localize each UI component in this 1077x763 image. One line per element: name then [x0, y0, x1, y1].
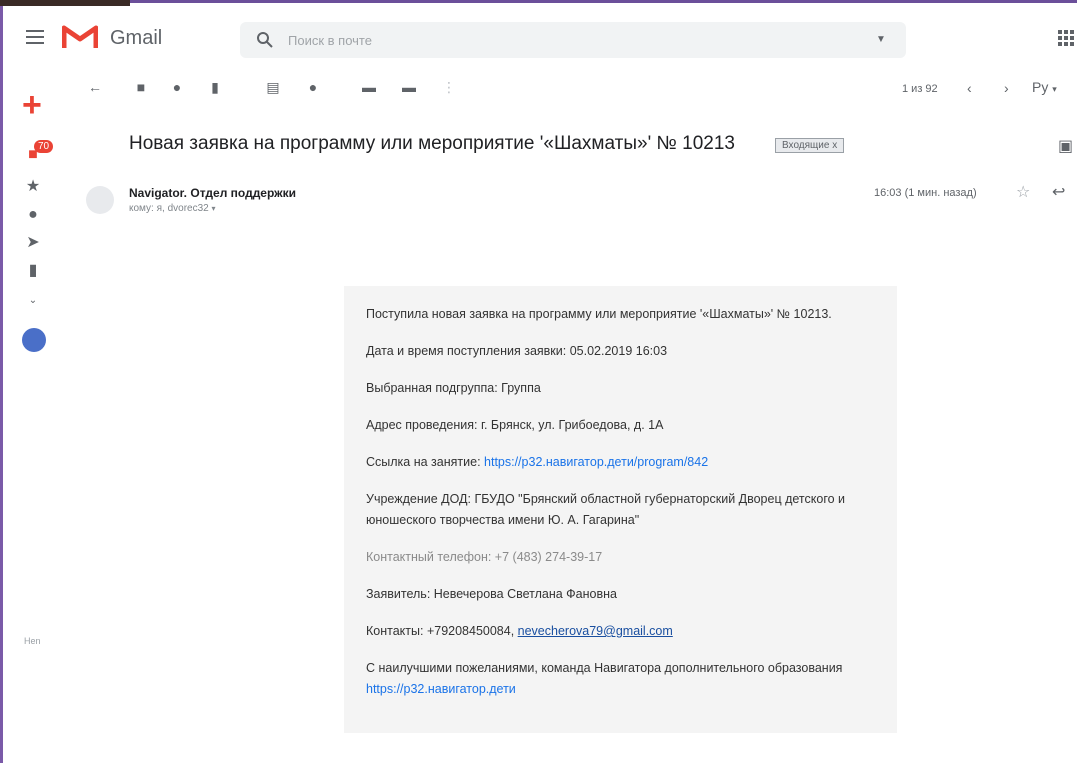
window-corner-tab — [0, 0, 130, 6]
more-options-icon[interactable]: ⋮ — [440, 78, 458, 96]
sender-avatar — [86, 186, 114, 214]
body-address: Адрес проведения: г. Брянск, ул. Грибоед… — [366, 418, 664, 432]
pager-next-icon[interactable]: › — [1004, 80, 1009, 96]
email-timestamp: 16:03 (1 мин. назад) — [874, 187, 977, 199]
snooze-icon[interactable]: ● — [304, 78, 322, 96]
sender-name[interactable]: Navigator. Отдел поддержки — [129, 186, 296, 200]
reply-icon[interactable]: ↩ — [1052, 182, 1065, 202]
search-bar[interactable]: ▼ — [240, 22, 906, 58]
input-language-label: Ру — [1032, 79, 1049, 95]
body-applicant: Заявитель: Невечерова Светлана Фановна — [366, 587, 617, 601]
gmail-logo-icon[interactable] — [62, 24, 98, 50]
signature-text: С наилучшими пожеланиями, команда Навига… — [366, 661, 843, 675]
drafts-icon[interactable]: ▮ — [24, 262, 42, 280]
gmail-wordmark: Gmail — [110, 27, 163, 49]
google-apps-icon[interactable] — [1058, 30, 1074, 46]
body-contacts-label: Контакты: +79208450084, — [366, 624, 518, 638]
hangouts-label: Hen — [24, 636, 41, 646]
body-intro: Поступила новая заявка на программу или … — [366, 307, 832, 321]
chevron-down-icon: ▾ — [1052, 84, 1057, 94]
input-language-select[interactable]: Ру ▾ — [1032, 79, 1057, 95]
applicant-email-link[interactable]: nevecherova79@gmail.com — [518, 624, 673, 638]
recipient-details-chevron-icon[interactable]: ▾ — [211, 204, 215, 213]
report-spam-icon[interactable]: ● — [168, 78, 186, 96]
body-lesson-link-line: Ссылка на занятие: https://p32.навигатор… — [366, 452, 871, 473]
body-phone: Контактный телефон: +7 (483) 274-39-17 — [366, 550, 603, 564]
body-institution: Учреждение ДОД: ГБУДО "Брянский областно… — [366, 492, 846, 527]
snoozed-icon[interactable]: ● — [24, 206, 42, 224]
delete-icon[interactable]: ▮ — [206, 78, 224, 96]
more-chevron-icon[interactable]: ⌄ — [24, 292, 42, 310]
search-input[interactable] — [288, 31, 848, 49]
label-icon[interactable]: ▬ — [400, 78, 418, 96]
star-icon[interactable]: ☆ — [1016, 182, 1030, 202]
starred-icon[interactable]: ★ — [24, 178, 42, 196]
body-signature: С наилучшими пожеланиями, команда Навига… — [366, 658, 871, 700]
print-icon[interactable]: ▣ — [1058, 136, 1073, 156]
body-contacts-line: Контакты: +79208450084, nevecherova79@gm… — [366, 621, 871, 642]
search-options-dropdown-icon[interactable]: ▼ — [876, 34, 886, 45]
body-lesson-label: Ссылка на занятие: — [366, 455, 485, 469]
message-body: Поступила новая заявка на программу или … — [344, 286, 897, 733]
archive-icon[interactable]: ■ — [132, 78, 150, 96]
pager-prev-icon[interactable]: ‹ — [967, 80, 972, 96]
pager-count: 1 из 92 — [902, 83, 938, 95]
sent-icon[interactable]: ➤ — [24, 234, 42, 252]
inbox-unread-badge: 70 — [34, 140, 54, 153]
compose-plus-icon[interactable]: + — [22, 88, 42, 122]
body-subgroup: Выбранная подгруппа: Группа — [366, 381, 541, 395]
lesson-link[interactable]: https://p32.навигатор.дети/program/842 — [484, 455, 708, 469]
top-bar: Gmail ▼ — [0, 0, 1077, 78]
navigator-home-link[interactable]: https://p32.навигатор.дети — [366, 682, 516, 696]
recipient-text: кому: я, dvorec32 — [129, 203, 209, 214]
mark-unread-icon[interactable]: ▤ — [264, 78, 282, 96]
recipient-line[interactable]: кому: я, dvorec32 ▾ — [129, 203, 216, 214]
search-icon[interactable] — [256, 31, 274, 49]
left-navigation: + ■ 70 ★ ● ➤ ▮ ⌄ Hen — [0, 78, 70, 763]
hangouts-avatar[interactable] — [22, 328, 46, 352]
inbox-label-chip[interactable]: Входящие x — [775, 138, 845, 153]
window-top-accent — [130, 0, 1077, 3]
move-to-folder-icon[interactable]: ▬ — [360, 78, 378, 96]
email-subject: Новая заявка на программу или мероприяти… — [129, 133, 735, 154]
body-date: Дата и время поступления заявки: 05.02.2… — [366, 344, 668, 358]
back-arrow-icon[interactable]: ← — [86, 78, 104, 96]
main-menu-icon[interactable] — [26, 30, 44, 44]
